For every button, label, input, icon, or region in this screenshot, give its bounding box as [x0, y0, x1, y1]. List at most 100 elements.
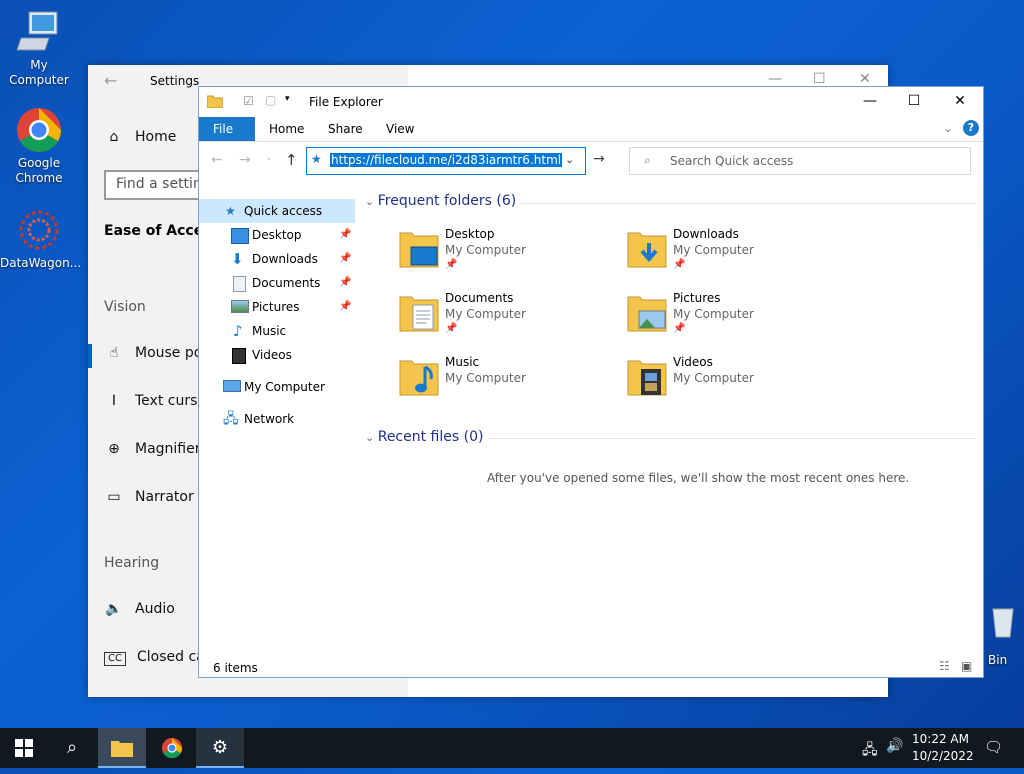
home-icon: ⌂ [109, 129, 119, 145]
qat-dropdown-icon[interactable]: ▾ [285, 94, 290, 104]
desktop-icon-datawagon[interactable]: DataWagon... [0, 206, 82, 271]
large-icons-view-icon[interactable]: ▣ [961, 659, 972, 673]
search-input[interactable]: ⌕ Search Quick access [629, 147, 971, 175]
tab-file[interactable]: File [199, 117, 255, 141]
desktop-icon-label: Google Chrome [15, 156, 63, 185]
folder-app-icon [206, 94, 224, 111]
maximize-icon[interactable]: ☐ [813, 71, 826, 87]
search-icon[interactable]: ⌕ [48, 728, 96, 768]
back-icon[interactable]: ← [211, 152, 223, 168]
folder-desktop[interactable]: Desktop My Computer 📌 [399, 227, 619, 283]
recycle-bin-icon[interactable]: Bin [984, 605, 1024, 675]
nav-item-desktop[interactable]: Desktop 📌 [199, 223, 355, 247]
settings-item-text-cursor[interactable]: I Text curso [104, 393, 206, 409]
network-icon: 🖧 [223, 411, 239, 427]
close-icon[interactable]: ✕ [937, 93, 983, 109]
settings-item-magnifier[interactable]: ⊕ Magnifier [104, 441, 200, 457]
tab-view[interactable]: View [372, 117, 428, 141]
taskbar-chrome[interactable] [148, 728, 196, 768]
folder-pictures-icon [627, 293, 667, 333]
tab-home[interactable]: Home [255, 117, 318, 141]
settings-item-mouse-pointer[interactable]: ☝ Mouse po [104, 345, 203, 361]
pin-icon[interactable]: 📌 [339, 247, 351, 271]
recent-locations-icon[interactable]: ⌄ [265, 153, 273, 163]
chevron-down-icon: ⌄ [365, 195, 378, 208]
close-icon[interactable]: ✕ [859, 71, 871, 87]
desktop-icon [231, 228, 249, 244]
details-view-icon[interactable]: ☷ [939, 659, 950, 673]
nav-item-documents[interactable]: Documents 📌 [199, 271, 355, 295]
nav-item-pictures[interactable]: Pictures 📌 [199, 295, 355, 319]
folder-videos[interactable]: Videos My Computer [627, 355, 847, 411]
settings-item-narrator[interactable]: ▭ Narrator [104, 489, 193, 505]
folder-downloads-icon [627, 229, 667, 269]
properties-icon[interactable]: ☑ [243, 94, 254, 108]
folder-pictures[interactable]: Pictures My Computer 📌 [627, 291, 847, 347]
desktop-icon-label: DataWagon... [0, 256, 82, 270]
videos-icon [232, 348, 246, 364]
forward-icon[interactable]: → [239, 152, 251, 168]
nav-item-my-computer[interactable]: My Computer [199, 375, 355, 399]
computer-icon [223, 380, 241, 392]
ribbon-expand-icon[interactable]: ⌄ [943, 121, 953, 135]
go-icon[interactable]: → [593, 151, 605, 167]
maximize-icon[interactable]: ☐ [891, 93, 937, 109]
nav-item-music[interactable]: ♪ Music [199, 319, 355, 343]
speaker-icon: 🔈 [105, 601, 123, 617]
minimize-icon[interactable]: — [847, 93, 893, 109]
folder-documents[interactable]: Documents My Computer 📌 [399, 291, 619, 347]
nav-item-downloads[interactable]: ⬇ Downloads 📌 [199, 247, 355, 271]
navigation-pane: ★ Quick access Desktop 📌 ⬇ Downloads 📌 D… [199, 197, 357, 657]
folder-music[interactable]: Music My Computer [399, 355, 619, 411]
nav-item-network[interactable]: 🖧 Network [199, 407, 355, 431]
settings-title: Settings [150, 74, 200, 88]
start-button[interactable] [0, 728, 48, 768]
address-text[interactable]: https://filecloud.me/i2d83iarmtr6.html [330, 153, 563, 167]
minimize-icon[interactable]: — [768, 71, 782, 87]
settings-item-audio[interactable]: 🔈 Audio [104, 601, 175, 617]
clock-time[interactable]: 10:22 AM [912, 732, 969, 746]
chrome-icon [15, 106, 63, 154]
recent-files-header[interactable]: ⌄ Recent files (0) [365, 429, 483, 445]
address-dropdown-icon[interactable]: ⌄ [565, 153, 574, 166]
notifications-icon[interactable]: 🗨 [984, 738, 1003, 756]
pin-icon[interactable]: 📌 [339, 295, 351, 319]
pin-icon: 📌 [673, 259, 686, 270]
chevron-down-icon: ⌄ [365, 431, 378, 444]
datawagon-icon [15, 206, 63, 254]
navigation-bar: ← → ⌄ ↑ ★ https://filecloud.me/i2d83iarm… [199, 145, 983, 179]
desktop-icon-chrome[interactable]: Google Chrome [0, 106, 78, 186]
text-cursor-icon: I [111, 393, 117, 409]
nav-item-quick-access[interactable]: ★ Quick access [199, 199, 355, 223]
window-title: File Explorer [309, 95, 383, 109]
taskbar-settings[interactable]: ⚙ [196, 728, 244, 768]
vision-heading: Vision [104, 299, 146, 315]
recent-empty-message: After you've opened some files, we'll sh… [487, 471, 910, 485]
pin-icon[interactable]: 📌 [339, 223, 351, 247]
desktop-icon-my-computer[interactable]: My Computer [0, 8, 78, 88]
desktop-icon-label: My Computer [9, 58, 69, 87]
network-tray-icon[interactable]: 🖧 [862, 739, 878, 763]
settings-home[interactable]: ⌂ Home [104, 129, 177, 145]
nav-item-videos[interactable]: Videos [199, 343, 355, 367]
tab-share[interactable]: Share [314, 117, 377, 141]
pin-icon[interactable]: 📌 [339, 271, 351, 295]
music-icon: ♪ [233, 322, 243, 340]
back-arrow-icon[interactable]: ← [104, 71, 117, 90]
taskbar: ⌕ ⚙ 🖧 🔊 10:22 AM 10/2/2022 🗨 [0, 728, 1024, 768]
hearing-heading: Hearing [104, 555, 160, 571]
volume-icon[interactable]: 🔊 [886, 738, 903, 754]
title-bar: ☑ ▢ ▾ File Explorer — ☐ ✕ [199, 87, 983, 117]
selected-indicator [88, 344, 92, 368]
new-folder-icon[interactable]: ▢ [265, 93, 276, 107]
recycle-bin-label: Bin [988, 653, 1008, 667]
address-bar[interactable]: ★ https://filecloud.me/i2d83iarmtr6.html… [306, 147, 586, 175]
taskbar-file-explorer[interactable] [98, 728, 146, 768]
help-icon[interactable]: ? [963, 120, 979, 136]
download-icon: ⬇ [231, 250, 244, 268]
magnifier-icon: ⊕ [108, 441, 120, 457]
folder-downloads[interactable]: Downloads My Computer 📌 [627, 227, 847, 283]
frequent-folders-header[interactable]: ⌄ Frequent folders (6) [365, 193, 516, 209]
clock-date[interactable]: 10/2/2022 [912, 749, 974, 763]
up-icon[interactable]: ↑ [285, 151, 298, 169]
